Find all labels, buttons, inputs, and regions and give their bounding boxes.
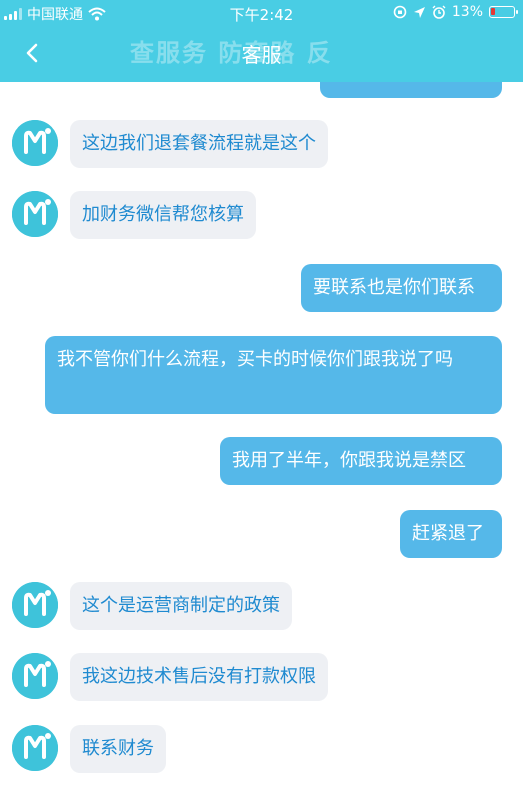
watermark-text: 查服务 防套路 反 — [130, 39, 333, 67]
message-bubble-partial — [320, 82, 502, 98]
user-message: 我用了半年，你跟我说是禁区 — [220, 437, 502, 485]
agent-message: 联系财务 — [70, 725, 166, 773]
rotation-lock-icon — [393, 5, 407, 19]
user-message: 我不管你们什么流程，买卡的时候你们跟我说了吗 — [45, 336, 502, 414]
agent-message: 这边我们退套餐流程就是这个 — [70, 120, 328, 168]
location-icon — [413, 6, 425, 18]
agent-message: 这个是运营商制定的政策 — [70, 582, 292, 630]
service-logo-icon — [12, 725, 58, 771]
agent-avatar — [12, 120, 58, 166]
service-logo-icon — [12, 120, 58, 166]
chat-area[interactable]: 这边我们退套餐流程就是这个 加财务微信帮您核算 要联系也是你们联系 我不管你们什… — [0, 82, 523, 788]
agent-avatar — [12, 725, 58, 771]
alarm-icon — [432, 5, 446, 19]
battery-icon — [489, 6, 518, 18]
agent-avatar — [12, 191, 58, 237]
status-bar: 中国联通 下午2:42 13% — [0, 0, 523, 26]
user-message: 赶紧退了 — [400, 510, 502, 558]
user-message: 要联系也是你们联系 — [301, 264, 502, 312]
service-logo-icon — [12, 191, 58, 237]
agent-message: 加财务微信帮您核算 — [70, 191, 256, 239]
header-bar: 中国联通 下午2:42 13% 客服 查服务 防套路 反 — [0, 0, 523, 82]
battery-percent: 13% — [451, 4, 483, 20]
service-logo-icon — [12, 653, 58, 699]
agent-message: 我这边技术售后没有打款权限 — [70, 653, 328, 701]
service-logo-icon — [12, 582, 58, 628]
agent-avatar — [12, 582, 58, 628]
agent-avatar — [12, 653, 58, 699]
